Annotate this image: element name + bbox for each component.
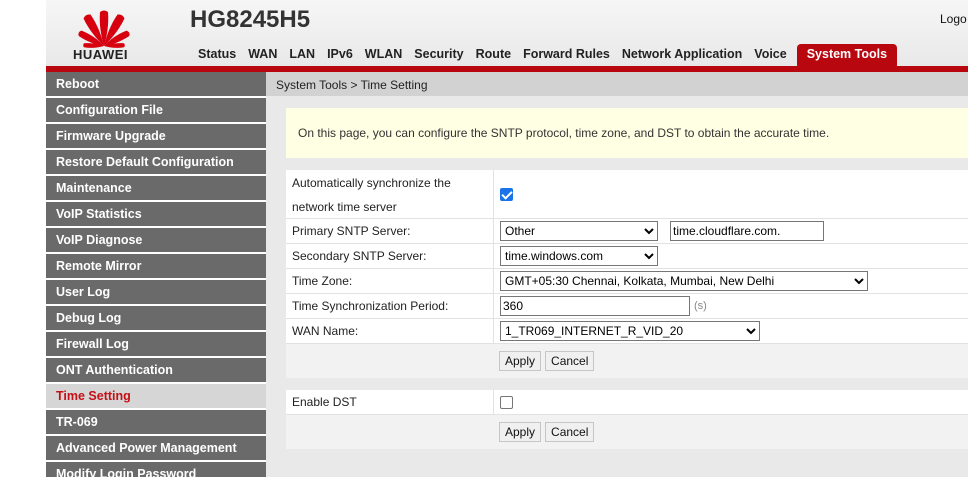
sidebar-item-ont-authentication[interactable]: ONT Authentication xyxy=(46,358,266,382)
time-form-buttons: Apply Cancel xyxy=(286,344,968,378)
sidebar-item-restore-default[interactable]: Restore Default Configuration xyxy=(46,150,266,174)
cancel-button[interactable]: Cancel xyxy=(545,351,595,371)
top-nav: Status WAN LAN IPv6 WLAN Security Route … xyxy=(192,44,898,66)
time-zone-select[interactable]: GMT+05:30 Chennai, Kolkata, Mumbai, New … xyxy=(500,271,868,291)
dst-row: Enable DST xyxy=(286,390,968,415)
secondary-sntp-row: Secondary SNTP Server: time.windows.com xyxy=(286,244,968,269)
sidebar-item-reboot[interactable]: Reboot xyxy=(46,72,266,96)
sidebar-item-configuration-file[interactable]: Configuration File xyxy=(46,98,266,122)
primary-sntp-label: Primary SNTP Server: xyxy=(286,219,494,243)
nav-wlan[interactable]: WLAN xyxy=(359,44,409,66)
primary-sntp-custom-input[interactable] xyxy=(670,221,824,241)
sidebar-item-voip-statistics[interactable]: VoIP Statistics xyxy=(46,202,266,226)
secondary-sntp-select[interactable]: time.windows.com xyxy=(500,246,658,266)
sidebar-item-advanced-power[interactable]: Advanced Power Management xyxy=(46,436,266,460)
sidebar-item-maintenance[interactable]: Maintenance xyxy=(46,176,266,200)
wan-name-label: WAN Name: xyxy=(286,319,494,343)
time-zone-label: Time Zone: xyxy=(286,269,494,293)
nav-status[interactable]: Status xyxy=(192,44,242,66)
nav-forward-rules[interactable]: Forward Rules xyxy=(517,44,616,66)
nav-ipv6[interactable]: IPv6 xyxy=(321,44,359,66)
nav-security[interactable]: Security xyxy=(408,44,469,66)
dst-label: Enable DST xyxy=(286,390,494,414)
dst-apply-button[interactable]: Apply xyxy=(499,422,542,442)
sidebar-item-firewall-log[interactable]: Firewall Log xyxy=(46,332,266,356)
dst-cancel-button[interactable]: Cancel xyxy=(545,422,595,442)
nav-lan[interactable]: LAN xyxy=(283,44,321,66)
nav-system-tools[interactable]: System Tools xyxy=(796,44,898,66)
primary-sntp-row: Primary SNTP Server: Other xyxy=(286,219,968,244)
sync-period-unit: (s) xyxy=(694,300,707,312)
sidebar-item-time-setting[interactable]: Time Setting xyxy=(46,384,266,408)
nav-voice[interactable]: Voice xyxy=(748,44,792,66)
nav-route[interactable]: Route xyxy=(470,44,517,66)
sidebar-item-voip-diagnose[interactable]: VoIP Diagnose xyxy=(46,228,266,252)
secondary-sntp-label: Secondary SNTP Server: xyxy=(286,244,494,268)
primary-sntp-select[interactable]: Other xyxy=(500,221,658,241)
auto-sync-row: Automatically synchronize the network ti… xyxy=(286,170,968,219)
sidebar-item-tr069[interactable]: TR-069 xyxy=(46,410,266,434)
apply-button[interactable]: Apply xyxy=(499,351,542,371)
dst-checkbox[interactable] xyxy=(500,395,513,409)
sidebar-item-firmware-upgrade[interactable]: Firmware Upgrade xyxy=(46,124,266,148)
auto-sync-checkbox[interactable] xyxy=(500,187,513,201)
time-zone-row: Time Zone: GMT+05:30 Chennai, Kolkata, M… xyxy=(286,269,968,294)
device-model: HG8245H5 xyxy=(190,6,311,33)
logout-link[interactable]: Logo xyxy=(940,12,967,26)
nav-wan[interactable]: WAN xyxy=(242,44,283,66)
sync-period-label: Time Synchronization Period: xyxy=(286,294,494,318)
sidebar-item-user-log[interactable]: User Log xyxy=(46,280,266,304)
sidebar-item-debug-log[interactable]: Debug Log xyxy=(46,306,266,330)
sidebar-item-modify-login-password[interactable]: Modify Login Password xyxy=(46,462,266,477)
info-message: On this page, you can configure the SNTP… xyxy=(286,108,968,158)
time-setting-form: Automatically synchronize the network ti… xyxy=(286,170,968,378)
sidebar: Reboot Configuration File Firmware Upgra… xyxy=(46,72,266,477)
sync-period-input[interactable] xyxy=(500,296,690,316)
main-content: System Tools > Time Setting On this page… xyxy=(266,72,968,477)
nav-network-application[interactable]: Network Application xyxy=(616,44,748,66)
brand-name: HUAWEI xyxy=(73,47,128,62)
auto-sync-label: Automatically synchronize the network ti… xyxy=(286,170,494,218)
sidebar-item-remote-mirror[interactable]: Remote Mirror xyxy=(46,254,266,278)
sync-period-row: Time Synchronization Period: (s) xyxy=(286,294,968,319)
breadcrumb: System Tools > Time Setting xyxy=(266,72,968,96)
wan-name-row: WAN Name: 1_TR069_INTERNET_R_VID_20 xyxy=(286,319,968,344)
dst-form-buttons: Apply Cancel xyxy=(286,415,968,449)
dst-form: Enable DST Apply Cancel xyxy=(286,390,968,449)
wan-name-select[interactable]: 1_TR069_INTERNET_R_VID_20 xyxy=(500,321,760,341)
